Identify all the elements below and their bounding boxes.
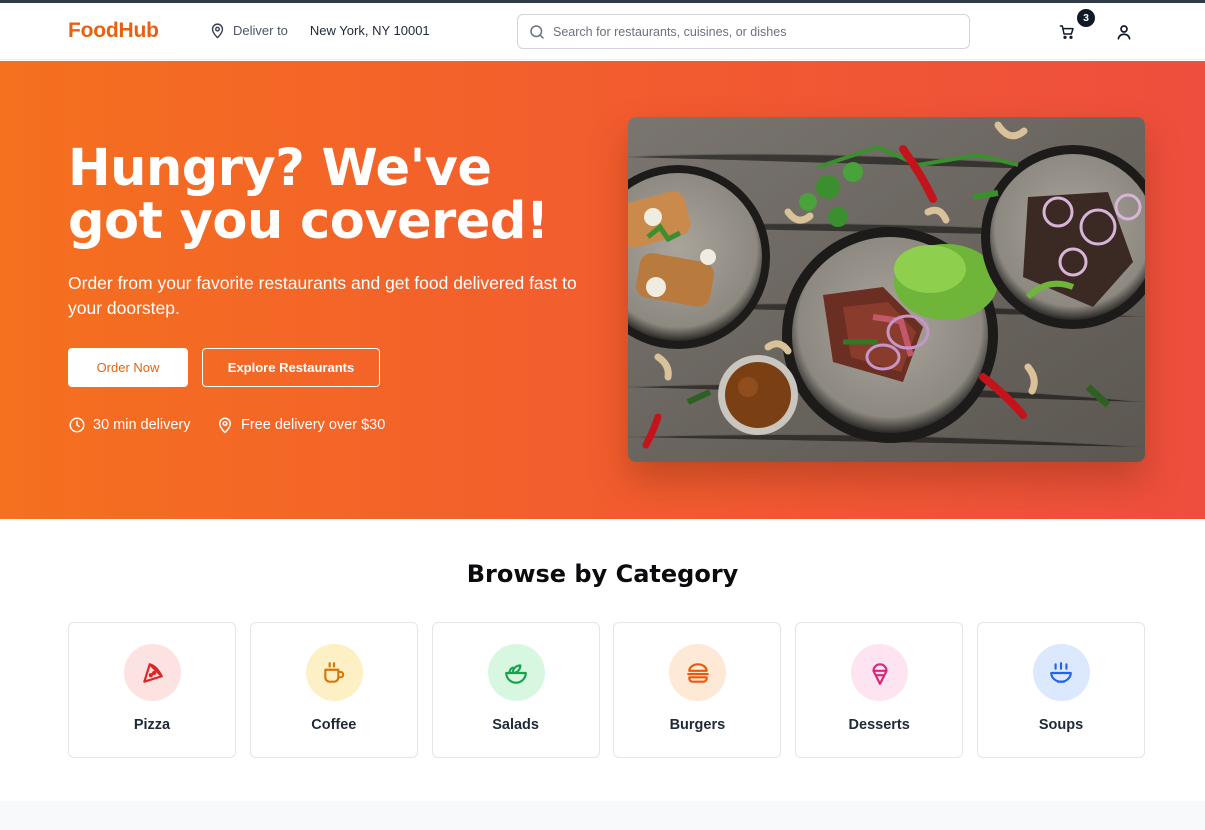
coffee-icon bbox=[324, 661, 345, 683]
burger-icon bbox=[687, 662, 709, 683]
category-card-pizza[interactable]: Pizza bbox=[68, 622, 236, 758]
category-label: Pizza bbox=[133, 717, 171, 733]
category-label: Desserts bbox=[848, 717, 910, 733]
soup-icon bbox=[1050, 661, 1073, 683]
category-card-soups[interactable]: Soups bbox=[976, 622, 1145, 758]
ice-cream-icon bbox=[872, 662, 888, 685]
pizza-icon bbox=[142, 662, 163, 683]
search-icon bbox=[530, 25, 544, 39]
deliver-to-label: Deliver to bbox=[233, 23, 288, 38]
category-label: Coffee bbox=[311, 717, 357, 733]
category-label: Soups bbox=[1038, 717, 1084, 733]
delivery-location[interactable]: Deliver to New York, NY 10001 bbox=[209, 22, 430, 39]
category-card-desserts[interactable]: Desserts bbox=[795, 622, 964, 758]
site-header: FoodHub Deliver to New York, NY 10001 3 bbox=[0, 3, 1205, 60]
category-card-salads[interactable]: Salads bbox=[431, 622, 600, 758]
hero-food-image bbox=[628, 117, 1145, 462]
search-input[interactable] bbox=[553, 16, 963, 47]
cart-button[interactable] bbox=[1056, 21, 1078, 43]
search-bar[interactable] bbox=[517, 14, 970, 49]
category-icon-circle bbox=[851, 644, 909, 701]
clock-icon bbox=[69, 417, 85, 433]
cart-icon bbox=[1059, 25, 1074, 39]
category-label: Salads bbox=[492, 717, 539, 733]
category-section-title: Browse by Category bbox=[466, 560, 739, 588]
user-icon[interactable] bbox=[1115, 23, 1133, 41]
next-section-background bbox=[0, 801, 1205, 830]
explore-restaurants-button[interactable]: Explore Restaurants bbox=[202, 348, 380, 387]
category-icon-circle bbox=[124, 644, 181, 701]
feature-delivery-time: 30 min delivery bbox=[68, 416, 191, 434]
map-pin-icon bbox=[219, 417, 231, 434]
map-pin-icon bbox=[211, 23, 224, 39]
delivery-address[interactable]: New York, NY 10001 bbox=[310, 23, 430, 38]
hero-section: Hungry? We've got you covered! Order fro… bbox=[0, 61, 1205, 519]
order-now-button[interactable]: Order Now bbox=[68, 348, 188, 387]
feature-text: 30 min delivery bbox=[93, 417, 191, 433]
category-card-burgers[interactable]: Burgers bbox=[613, 622, 782, 758]
feature-text: Free delivery over $30 bbox=[241, 417, 386, 433]
feature-free-delivery: Free delivery over $30 bbox=[216, 416, 385, 434]
hero-subtitle: Order from your favorite restaurants and… bbox=[68, 273, 577, 318]
hero-title: Hungry? We've got you covered! bbox=[68, 139, 549, 251]
category-label: Burgers bbox=[669, 717, 726, 733]
category-icon-circle bbox=[487, 644, 545, 701]
category-card-coffee[interactable]: Coffee bbox=[249, 622, 418, 758]
category-icon-circle bbox=[669, 644, 727, 701]
category-icon-circle bbox=[305, 644, 363, 701]
salad-icon bbox=[505, 663, 527, 684]
category-list: Pizza Coffee Salads Burgers Desserts Sou… bbox=[68, 622, 1145, 758]
cart-count-badge: 3 bbox=[1077, 9, 1095, 27]
logo[interactable]: FoodHub bbox=[68, 19, 159, 43]
category-icon-circle bbox=[1032, 644, 1090, 701]
